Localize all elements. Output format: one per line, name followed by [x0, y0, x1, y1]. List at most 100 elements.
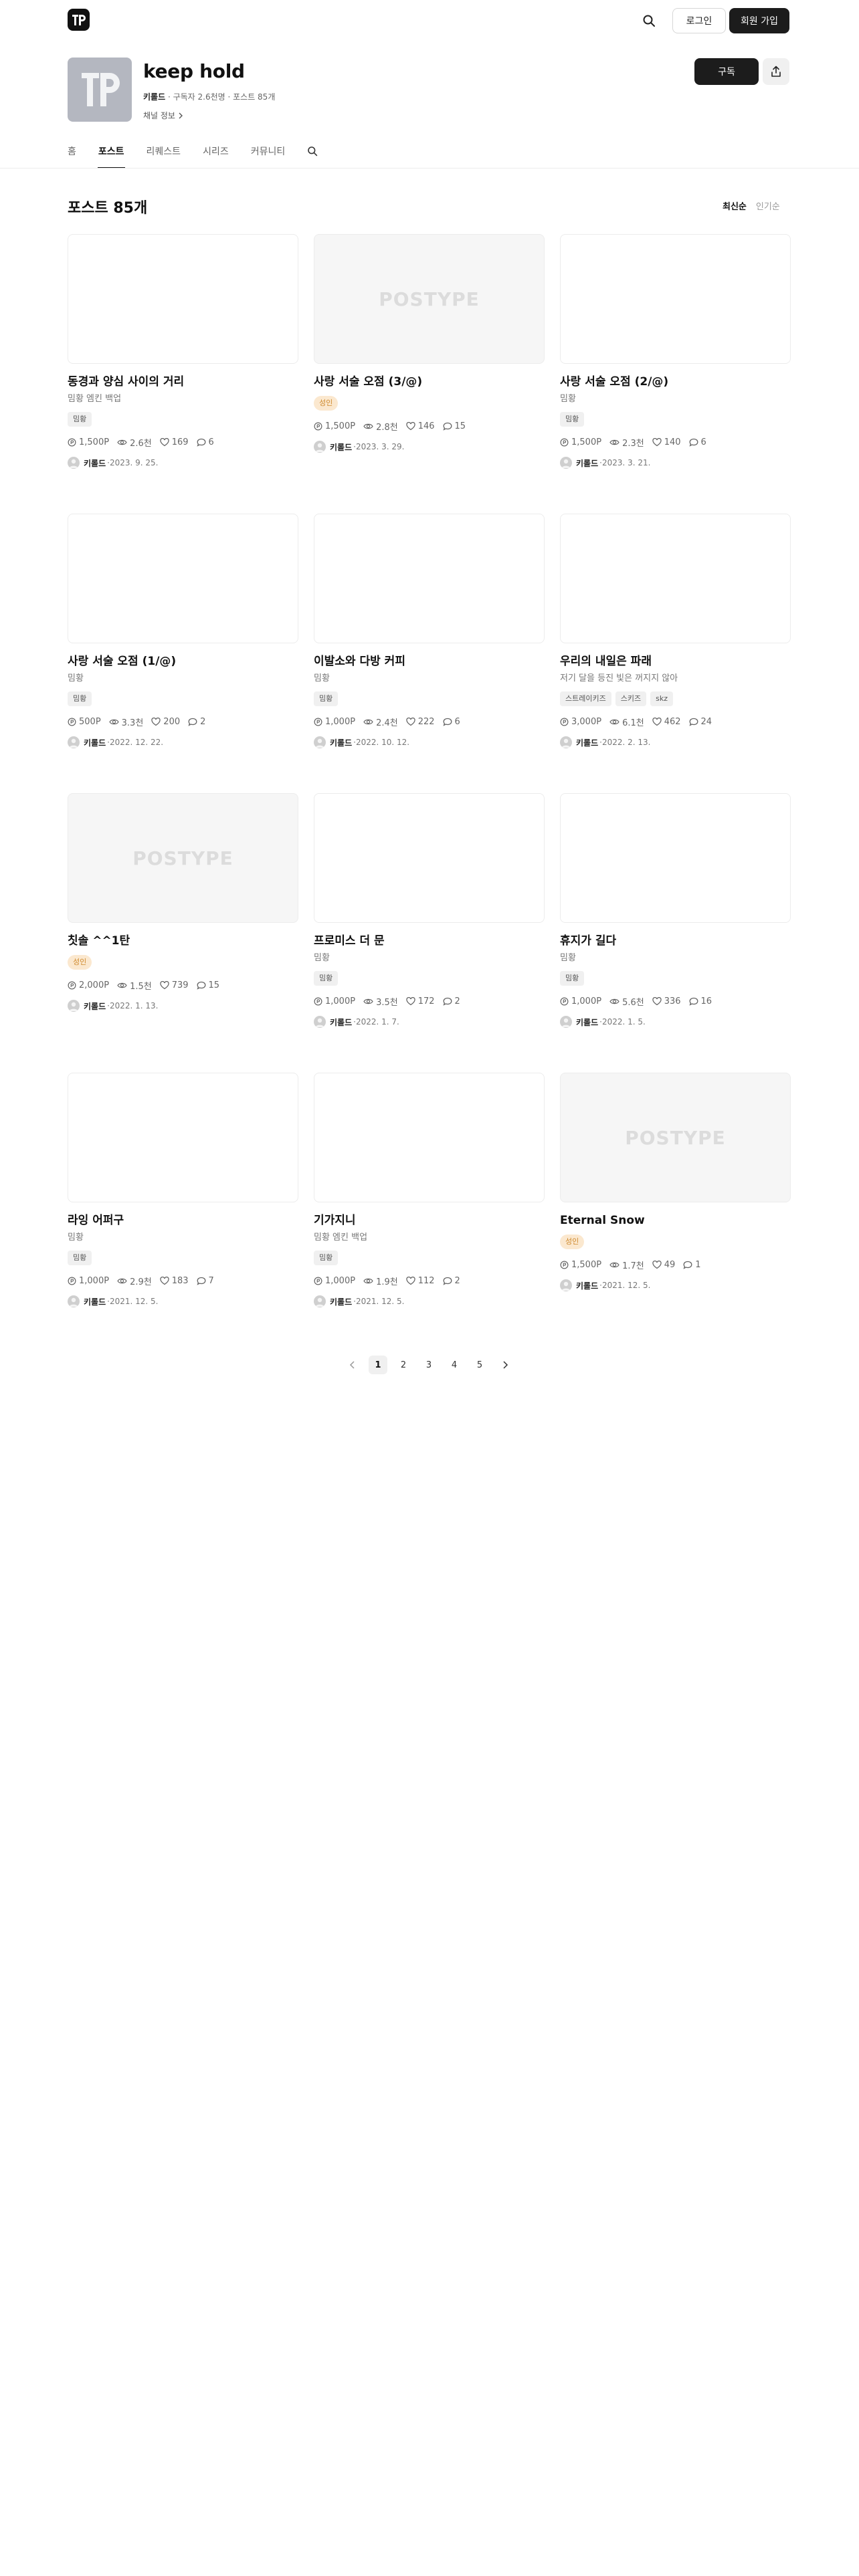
- post-title[interactable]: 휴지가 길다: [560, 934, 791, 948]
- channel-owner[interactable]: 키롤드: [143, 92, 165, 102]
- author-avatar[interactable]: [314, 441, 326, 453]
- post-date: ·2022. 1. 5.: [599, 1017, 646, 1027]
- post-date: ·2021. 12. 5.: [353, 1297, 405, 1306]
- post-thumbnail[interactable]: [68, 1073, 298, 1202]
- page-2-button[interactable]: 2: [394, 1356, 413, 1374]
- post-byline: 키롤드 ·2022. 1. 5.: [560, 1015, 791, 1029]
- author-avatar[interactable]: [560, 457, 572, 469]
- page-5-button[interactable]: 5: [470, 1356, 489, 1374]
- post-byline: 키롤드 ·2022. 1. 13.: [68, 999, 298, 1012]
- post-tag[interactable]: 밈황: [314, 691, 339, 706]
- post-thumbnail[interactable]: [560, 514, 791, 643]
- post-tag[interactable]: 밈황: [68, 412, 92, 427]
- author-avatar[interactable]: [560, 1016, 572, 1028]
- author-name[interactable]: 키롤드: [330, 1296, 352, 1307]
- author-name[interactable]: 키롤드: [330, 441, 352, 453]
- post-thumbnail[interactable]: [560, 793, 791, 923]
- comment-icon: [197, 981, 206, 990]
- author-name[interactable]: 키롤드: [84, 737, 106, 748]
- post-tag[interactable]: 밈황: [314, 1251, 339, 1265]
- post-comments-value: 6: [454, 716, 460, 727]
- author-avatar[interactable]: [68, 736, 80, 748]
- post-thumbnail[interactable]: [560, 234, 791, 364]
- author-avatar[interactable]: [560, 1279, 572, 1291]
- post-title[interactable]: 칫솔 ^^1탄: [68, 934, 298, 948]
- tab-2[interactable]: 리퀘스트: [147, 134, 181, 169]
- channel-stats: · 구독자 2.6천명 · 포스트 85개: [165, 92, 276, 102]
- post-title[interactable]: 우리의 내일은 파래: [560, 654, 791, 669]
- post-thumbnail[interactable]: POSTYPE: [560, 1073, 791, 1202]
- author-avatar[interactable]: [314, 1016, 326, 1028]
- author-name[interactable]: 키롤드: [330, 1016, 352, 1028]
- post-likes-value: 146: [417, 421, 435, 431]
- sort-latest[interactable]: 최신순: [723, 199, 747, 212]
- post-thumbnail[interactable]: [68, 514, 298, 643]
- subscribe-button[interactable]: 구독: [694, 58, 759, 85]
- chevron-right-icon[interactable]: [496, 1356, 514, 1374]
- tab-1[interactable]: 포스트: [97, 134, 125, 169]
- post-price-value: 1,000P: [325, 716, 356, 727]
- post-date: ·2021. 12. 5.: [599, 1281, 651, 1290]
- author-avatar[interactable]: [560, 736, 572, 748]
- post-title[interactable]: 이발소와 다방 커피: [314, 654, 545, 669]
- sort-popular[interactable]: 인기순: [756, 199, 780, 212]
- signup-button[interactable]: 회원 가입: [729, 8, 789, 33]
- post-tag[interactable]: skz: [650, 691, 673, 706]
- share-button[interactable]: [763, 58, 789, 85]
- author-name[interactable]: 키롤드: [576, 1280, 598, 1291]
- post-price-value: 1,000P: [325, 996, 356, 1006]
- post-title[interactable]: 사랑 서술 오점 (1/@): [68, 654, 298, 669]
- tab-4[interactable]: 커뮤니티: [251, 134, 286, 169]
- post-title[interactable]: 라잉 어퍼구: [68, 1213, 298, 1228]
- author-avatar[interactable]: [314, 736, 326, 748]
- page-3-button[interactable]: 3: [419, 1356, 438, 1374]
- postype-placeholder-logo: POSTYPE: [132, 847, 233, 869]
- author-avatar[interactable]: [68, 1000, 80, 1012]
- post-title[interactable]: 기가지니: [314, 1213, 545, 1228]
- pagination: 12345: [343, 1356, 514, 1374]
- post-thumbnail[interactable]: POSTYPE: [314, 234, 545, 364]
- author-name[interactable]: 키롤드: [576, 737, 598, 748]
- post-title[interactable]: 프로미스 더 문: [314, 934, 545, 948]
- author-name[interactable]: 키롤드: [576, 1016, 598, 1028]
- comment-icon: [197, 438, 206, 447]
- post-tag[interactable]: 스키즈: [615, 691, 647, 706]
- author-name[interactable]: 키롤드: [330, 737, 352, 748]
- post-thumbnail[interactable]: [314, 514, 545, 643]
- post-tag[interactable]: 밈황: [560, 412, 585, 427]
- post-tag[interactable]: 밈황: [68, 691, 92, 706]
- tab-3[interactable]: 시리즈: [203, 134, 229, 169]
- post-title[interactable]: 사랑 서술 오점 (3/@): [314, 374, 545, 389]
- post-title[interactable]: 동경과 양심 사이의 거리: [68, 374, 298, 389]
- page-1-button[interactable]: 1: [369, 1356, 387, 1374]
- postype-logo-icon[interactable]: [68, 9, 90, 31]
- post-tag[interactable]: 밈황: [68, 1251, 92, 1265]
- post-title[interactable]: Eternal Snow: [560, 1213, 791, 1228]
- post-thumbnail[interactable]: [314, 1073, 545, 1202]
- author-name[interactable]: 키롤드: [84, 1000, 106, 1012]
- channel-info-link[interactable]: 채널 정보: [143, 110, 184, 121]
- post-tag[interactable]: 밈황: [314, 971, 339, 986]
- post-tag[interactable]: 스트레이키즈: [560, 691, 611, 706]
- tab-0[interactable]: 홈: [68, 134, 76, 169]
- author-name[interactable]: 키롤드: [84, 457, 106, 469]
- author-name[interactable]: 키롤드: [576, 457, 598, 469]
- post-comments: 7: [197, 1276, 214, 1286]
- post-tags: 성인: [314, 396, 545, 411]
- search-icon[interactable]: [307, 134, 318, 169]
- author-name[interactable]: 키롤드: [84, 1296, 106, 1307]
- search-icon[interactable]: [639, 11, 659, 31]
- post-thumbnail[interactable]: POSTYPE: [68, 793, 298, 923]
- page-4-button[interactable]: 4: [445, 1356, 464, 1374]
- post-thumbnail[interactable]: [314, 793, 545, 923]
- post-price: 1,500P: [68, 437, 109, 447]
- author-avatar[interactable]: [68, 457, 80, 469]
- post-views: 1.7천: [609, 1259, 644, 1271]
- post-title[interactable]: 사랑 서술 오점 (2/@): [560, 374, 791, 389]
- post-thumbnail[interactable]: [68, 234, 298, 364]
- author-avatar[interactable]: [68, 1295, 80, 1307]
- login-button[interactable]: 로그인: [672, 8, 726, 33]
- post-tag[interactable]: 밈황: [560, 971, 585, 986]
- chevron-left-icon[interactable]: [343, 1356, 362, 1374]
- author-avatar[interactable]: [314, 1295, 326, 1307]
